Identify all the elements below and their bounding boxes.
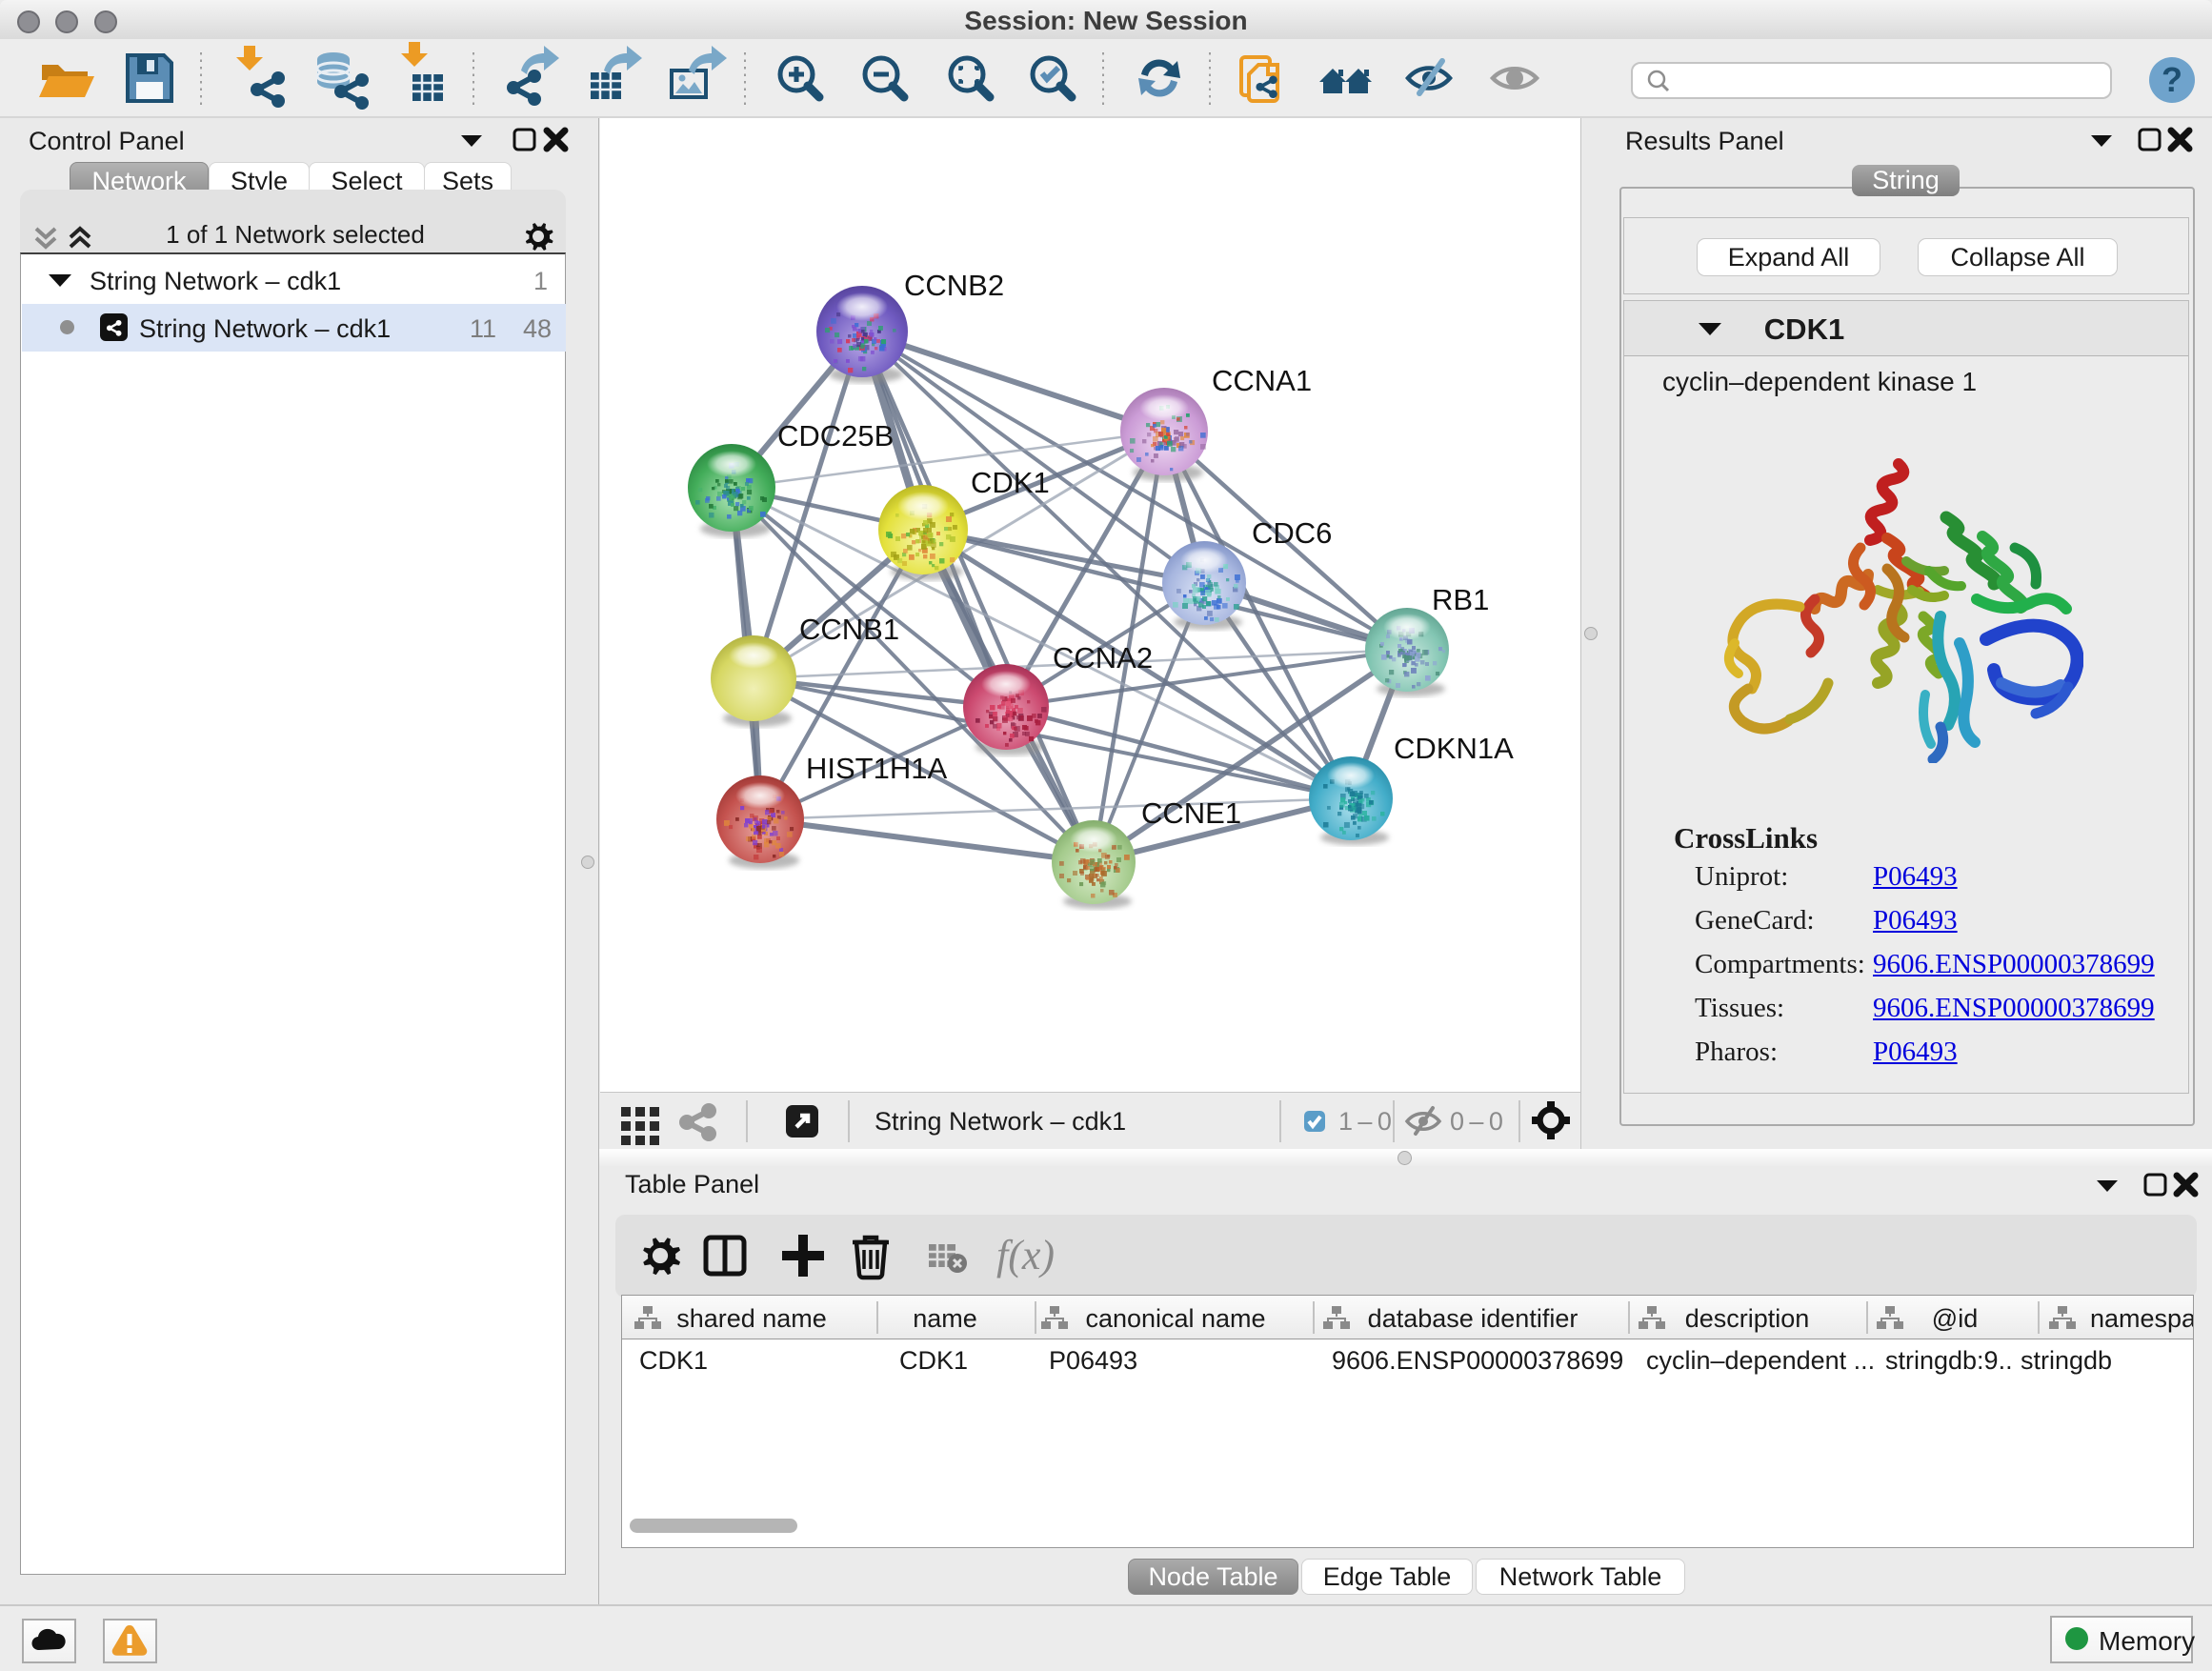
svg-text:0 – 0: 0 – 0 [1450,1107,1503,1136]
svg-text:RB1: RB1 [1432,583,1489,616]
svg-text:1 – 0: 1 – 0 [1338,1107,1392,1136]
svg-text:String Network – cdk1: String Network – cdk1 [875,1107,1126,1136]
svg-text:HIST1H1A: HIST1H1A [806,752,947,785]
svg-text:?: ? [2162,60,2182,99]
svg-text:shared name: shared name [676,1304,827,1333]
svg-text:CDKN1A: CDKN1A [1394,732,1514,765]
svg-text:namespac: namespac [2090,1304,2193,1333]
svg-text:CDK1: CDK1 [971,466,1050,499]
svg-text:CCNA1: CCNA1 [1212,364,1312,397]
svg-text:CCNE1: CCNE1 [1141,796,1241,830]
svg-text:CCNB2: CCNB2 [904,269,1004,302]
svg-text:CCNB1: CCNB1 [799,613,899,646]
svg-text:CDC6: CDC6 [1252,516,1332,550]
svg-text:CDC25B: CDC25B [777,419,894,453]
svg-text:description: description [1685,1304,1810,1333]
svg-text:canonical name: canonical name [1085,1304,1265,1333]
svg-text:database identifier: database identifier [1368,1304,1579,1333]
svg-text:@id: @id [1932,1304,1978,1333]
svg-text:name: name [913,1304,977,1333]
svg-text:f(x): f(x) [996,1232,1055,1278]
svg-text:CCNA2: CCNA2 [1053,641,1153,674]
